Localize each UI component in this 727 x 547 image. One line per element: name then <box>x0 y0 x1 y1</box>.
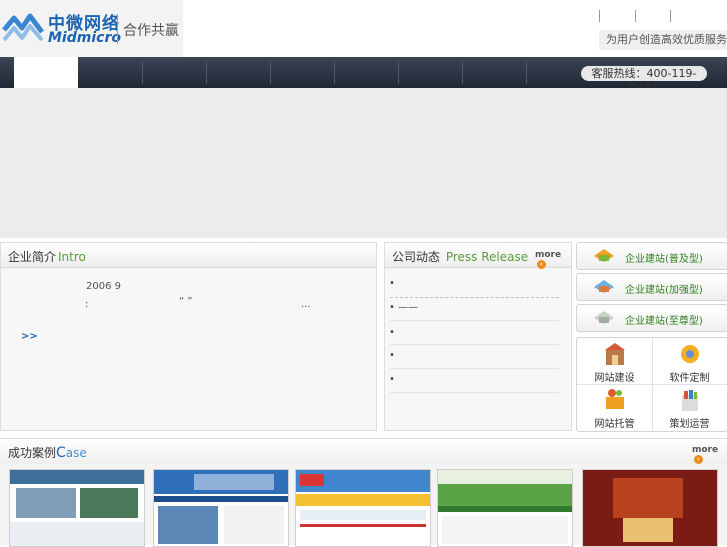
nav-divider <box>398 62 399 84</box>
intro-more-link[interactable]: >> <box>21 331 38 342</box>
news-title-en: Press Release <box>445 250 529 264</box>
cases-more-button[interactable]: more› <box>692 445 727 465</box>
news-divider <box>390 344 559 345</box>
intro-title: 企业简介 Intro <box>8 248 86 265</box>
news-more-label: more <box>535 250 562 260</box>
hosting-icon <box>606 389 624 409</box>
nav-divider <box>142 62 143 84</box>
news-divider <box>390 392 559 393</box>
logo-slogan: 合作共赢 <box>123 23 179 39</box>
top-links <box>599 10 727 22</box>
news-item[interactable]: • <box>389 374 395 385</box>
tagline: 为用户创造高效优质服务 <box>599 30 727 50</box>
case-thumbnail[interactable] <box>582 469 718 547</box>
service-software[interactable]: 软件定制 <box>652 338 727 384</box>
banner-area <box>0 88 727 238</box>
quick-link-plus[interactable]: 企业建站(加强型) <box>576 273 727 301</box>
case-thumbnail[interactable] <box>295 469 431 547</box>
service-website-build[interactable]: 网站建设 <box>577 338 652 384</box>
news-item[interactable]: • —— <box>389 302 418 313</box>
services-grid: 网站建设 软件定制 网站托管 策划运营 <box>576 337 727 432</box>
house-plus-icon <box>594 280 614 293</box>
case-thumbnail[interactable] <box>437 469 573 547</box>
case-thumbnail[interactable] <box>9 469 145 547</box>
logo-english-name: Midmicro <box>48 30 121 46</box>
intro-year: 2006 9 <box>86 281 121 292</box>
quick-link-label: 企业建站(至尊型) <box>625 316 703 327</box>
cases-title-c: C <box>56 445 66 461</box>
services-divider <box>577 384 727 385</box>
nav-divider <box>462 62 463 84</box>
news-item[interactable]: • <box>389 327 395 338</box>
intro-title-cn: 企业简介 <box>8 250 57 264</box>
quick-link-basic[interactable]: 企业建站(普及型) <box>576 242 727 270</box>
quick-link-label: 企业建站(普及型) <box>625 254 703 265</box>
cases-more-label: more <box>692 445 719 455</box>
case-thumbnail[interactable] <box>153 469 289 547</box>
nav-item-home[interactable] <box>14 57 78 88</box>
hotline-badge: 客服热线：400-119-0681 <box>581 66 707 95</box>
news-title-cn: 公司动态 <box>392 250 441 264</box>
quick-link-label: 企业建站(加强型) <box>625 285 703 296</box>
cases-header <box>0 438 727 465</box>
intro-quotes: “ ” <box>179 296 193 307</box>
nav-divider <box>334 62 335 84</box>
nav-divider <box>526 62 527 84</box>
house-basic-icon <box>594 249 614 262</box>
news-item[interactable]: • <box>389 350 395 361</box>
news-divider <box>390 368 559 369</box>
more-arrow-icon: › <box>537 260 546 269</box>
service-label: 网站建设 <box>594 373 635 384</box>
top-link-divider <box>599 10 600 22</box>
intro-panel-header: 企业简介 Intro <box>1 243 376 268</box>
service-label: 策划运营 <box>669 419 710 430</box>
cases-title: 成功案例Case <box>8 444 87 461</box>
news-divider <box>390 297 559 298</box>
intro-title-en: Intro <box>58 250 86 264</box>
house-premium-icon <box>594 311 614 324</box>
intro-panel: 企业简介 Intro 2006 9 : “ ” ... >> <box>0 242 377 431</box>
cases-title-rest: ase <box>65 446 87 460</box>
nav-divider <box>206 62 207 84</box>
service-label: 软件定制 <box>669 373 710 384</box>
quick-link-premium[interactable]: 企业建站(至尊型) <box>576 304 727 332</box>
news-more-button[interactable]: more› <box>535 250 571 270</box>
news-title: 公司动态 Press Release <box>392 248 528 265</box>
logo-divider <box>117 14 118 44</box>
logo-mark-icon <box>2 13 44 42</box>
top-link-divider <box>635 10 636 22</box>
cases-title-cn: 成功案例 <box>8 446 57 460</box>
news-item[interactable]: • <box>389 278 395 289</box>
top-link-divider <box>670 10 671 22</box>
intro-ellipsis: ... <box>301 299 311 310</box>
software-icon <box>681 345 699 363</box>
news-panel: 公司动态 Press Release more› • • —— • • • <box>384 242 572 431</box>
planning-icon <box>682 390 698 411</box>
news-divider <box>390 320 559 321</box>
service-hosting[interactable]: 网站托管 <box>577 384 652 430</box>
service-label: 网站托管 <box>594 419 635 430</box>
intro-colon: : <box>85 299 89 310</box>
news-panel-header: 公司动态 Press Release more› <box>385 243 571 270</box>
service-planning[interactable]: 策划运营 <box>652 384 727 430</box>
build-icon <box>605 343 625 365</box>
nav-divider <box>270 62 271 84</box>
more-arrow-icon: › <box>694 455 703 464</box>
